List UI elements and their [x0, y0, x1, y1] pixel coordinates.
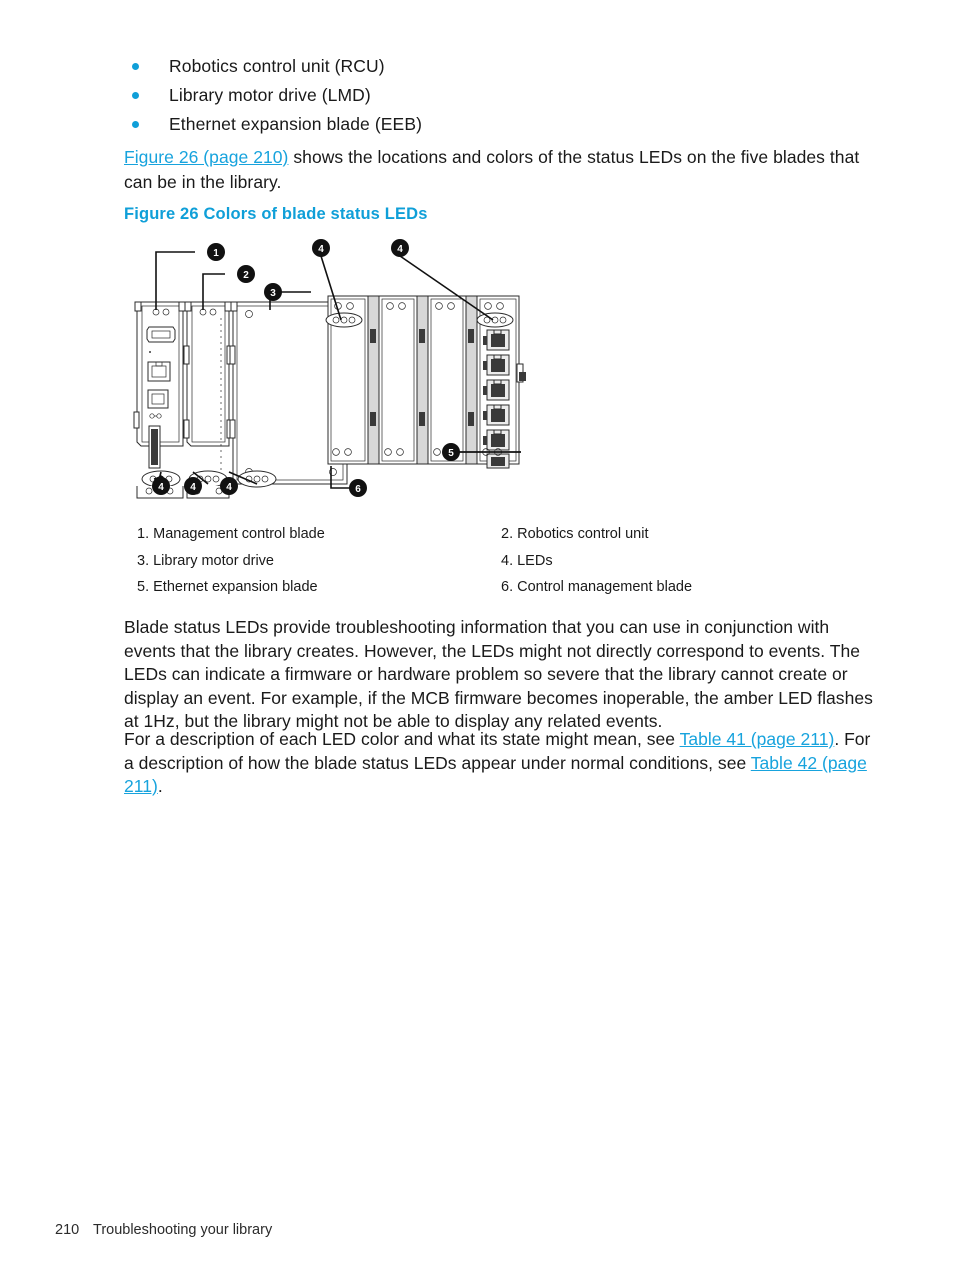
rj45-port: [486, 453, 510, 469]
bullet-label: Robotics control unit (RCU): [169, 56, 385, 76]
footer-page-number: 210: [55, 1222, 80, 1238]
bullet-label: Ethernet expansion blade (EEB): [169, 114, 423, 134]
callout-1: 1: [207, 243, 225, 261]
bullet-dot-icon: [132, 63, 139, 70]
table-41-link[interactable]: Table 41 (page 211): [680, 729, 835, 749]
legend-item-1: 1. Management control blade: [137, 526, 325, 542]
intro-paragraph: Figure 26 (page 210) shows the locations…: [124, 145, 872, 195]
bullet-dot-icon: [132, 92, 139, 99]
svg-text:4: 4: [158, 482, 164, 493]
bullet-dot-icon: [132, 121, 139, 128]
svg-text:2: 2: [243, 270, 249, 281]
svg-text:1: 1: [213, 248, 219, 259]
legend-row: 5. Ethernet expansion blade 6. Control m…: [137, 576, 837, 603]
svg-text:5: 5: [448, 448, 454, 459]
figure-26-link[interactable]: Figure 26 (page 210): [124, 147, 288, 167]
bullet-label: Library motor drive (LMD): [169, 85, 371, 105]
paragraph-led-description: For a description of each LED color and …: [124, 728, 874, 799]
legend-row: 3. Library motor drive 4. LEDs: [137, 550, 837, 577]
svg-text:6: 6: [355, 484, 361, 495]
left-blade-group: [133, 301, 348, 499]
callout-4-right-a: 4: [312, 239, 330, 257]
figure-26-diagram: .ol { fill:none; stroke:#2b2b2b; stroke-…: [125, 234, 605, 506]
desc-text-post: .: [157, 776, 163, 796]
svg-text:4: 4: [226, 482, 232, 493]
figure-title: Figure 26 Colors of blade status LEDs: [124, 205, 428, 223]
blade-stack-c: [427, 295, 467, 465]
list-item: Library motor drive (LMD): [124, 83, 874, 112]
legend-item-5: 5. Ethernet expansion blade: [137, 579, 318, 595]
rj45-port: [483, 379, 510, 401]
blade-stack-b: [378, 295, 418, 465]
legend-item-4: 4. LEDs: [501, 552, 553, 569]
rj45-port: [483, 329, 510, 351]
legend-row: 1. Management control blade 2. Robotics …: [137, 523, 837, 550]
right-blade-group: [325, 295, 526, 469]
figure-legend: 1. Management control blade 2. Robotics …: [137, 523, 837, 603]
blade-management-control: [133, 301, 186, 499]
svg-text:4: 4: [190, 482, 196, 493]
document-page: Robotics control unit (RCU) Library moto…: [0, 0, 954, 1271]
page-footer: 210 Troubleshooting your library: [55, 1222, 272, 1238]
callout-4-right-b: 4: [391, 239, 409, 257]
callout-4-left-a: 4: [152, 477, 170, 495]
footer-chapter-title: Troubleshooting your library: [93, 1222, 273, 1238]
callout-3: 3: [264, 283, 282, 301]
rj45-port: [483, 354, 510, 376]
callout-2: 2: [237, 265, 255, 283]
desc-text-pre: For a description of each LED color and …: [124, 729, 680, 749]
paragraph-blade-status: Blade status LEDs provide troubleshootin…: [124, 617, 873, 731]
blade-rail-a: [367, 295, 380, 465]
blade-rail-b: [416, 295, 429, 465]
list-item: Robotics control unit (RCU): [124, 54, 874, 83]
callout-4-left-c: 4: [220, 477, 238, 495]
legend-item-2: 2. Robotics control unit: [501, 526, 649, 542]
list-item: Ethernet expansion blade (EEB): [124, 112, 874, 141]
blade-rail-c: [465, 295, 478, 465]
legend-item-3: 3. Library motor drive: [137, 552, 274, 569]
blade-ethernet-expansion: [476, 295, 526, 469]
svg-text:3: 3: [270, 288, 276, 299]
svg-text:4: 4: [318, 244, 324, 255]
callout-6: 6: [349, 479, 367, 497]
blade-stack-a: [325, 295, 369, 465]
svg-text:4: 4: [397, 244, 403, 255]
rj45-port: [483, 429, 510, 451]
blade-robotics-control: [183, 301, 233, 499]
rj45-port: [483, 404, 510, 426]
bullet-list: Robotics control unit (RCU) Library moto…: [124, 54, 874, 141]
legend-item-6: 6. Control management blade: [501, 579, 693, 595]
callout-4-left-b: 4: [184, 477, 202, 495]
callout-5: 5: [442, 443, 460, 461]
